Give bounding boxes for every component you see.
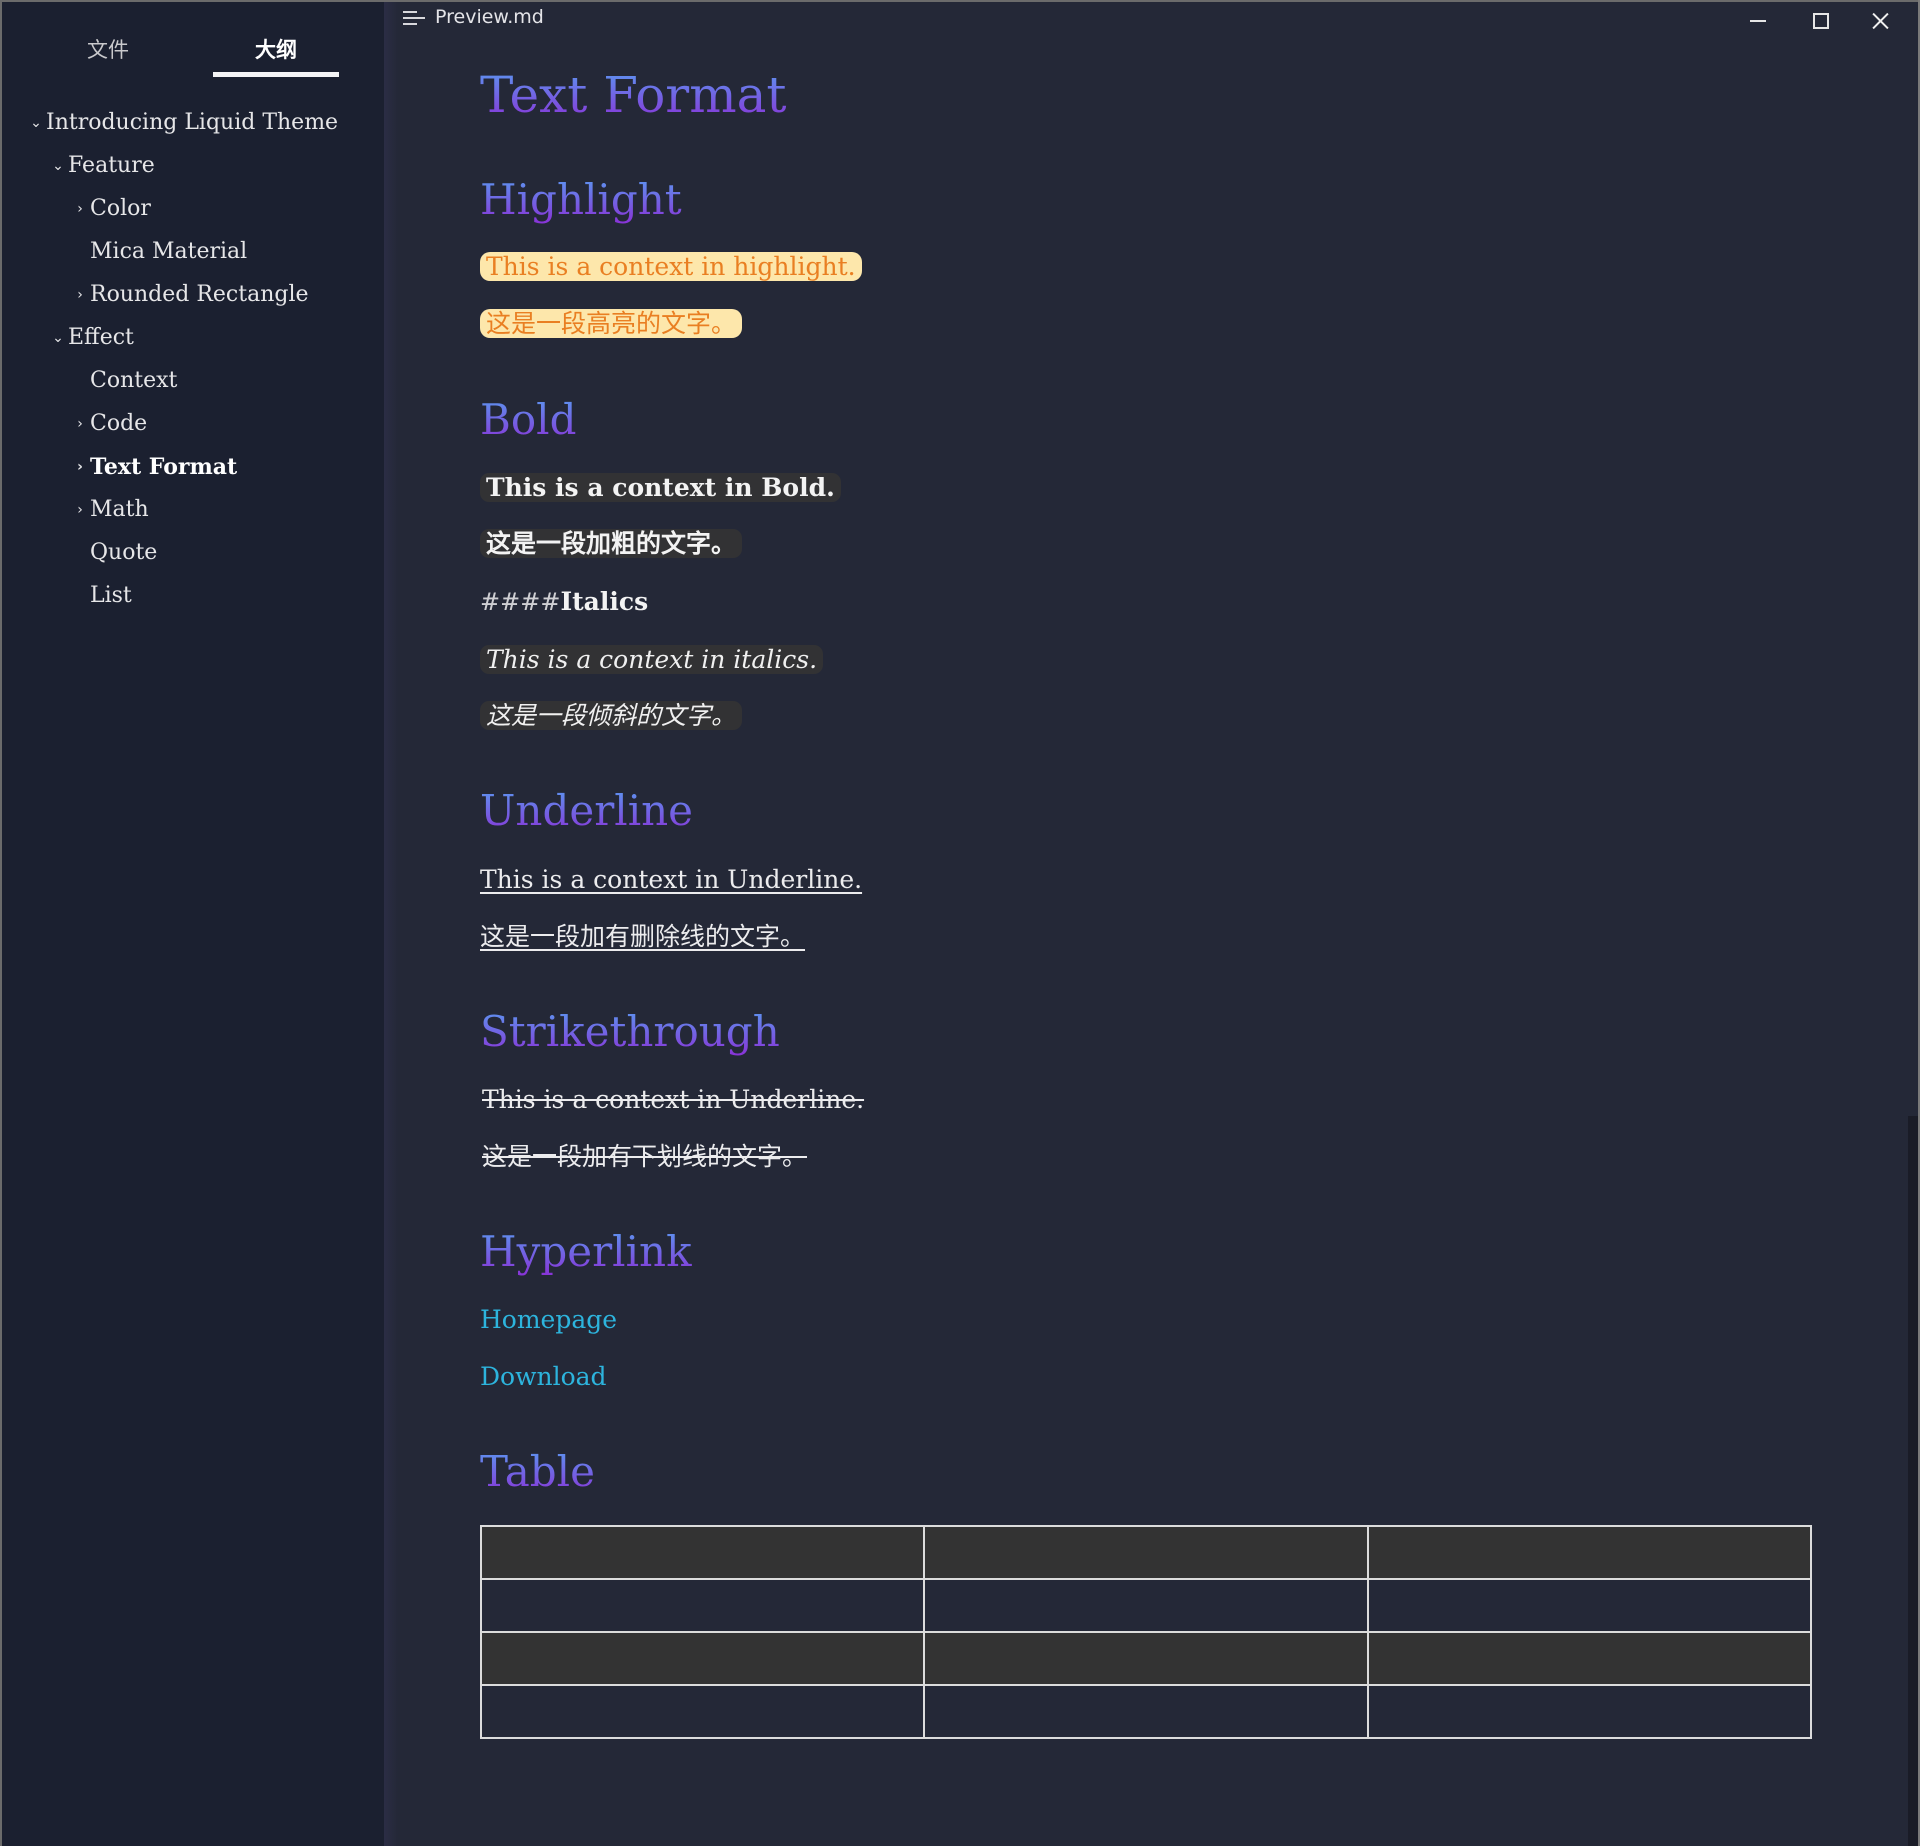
maximize-button[interactable] <box>1793 4 1847 36</box>
table-row <box>479 1631 1813 1686</box>
chevron-down-icon[interactable]: ⌄ <box>48 320 68 356</box>
heading-hyperlink: Hyperlink <box>480 1224 692 1280</box>
chevron-right-icon[interactable]: › <box>70 277 90 313</box>
bold-text: 这是一段加粗的文字。 <box>480 529 743 558</box>
table-row <box>479 1684 1813 1739</box>
heading-highlight: Highlight <box>480 172 682 228</box>
underline-text: This is a context in Underline. <box>480 865 863 894</box>
heading-italics: Italics <box>560 587 649 616</box>
outline-item-label: Math <box>90 497 149 522</box>
link-download[interactable]: Download <box>480 1359 607 1395</box>
outline-item-feature[interactable]: ⌄ Feature <box>48 148 155 184</box>
heading-table: Table <box>480 1444 595 1500</box>
bold-line: 这是一段加粗的文字。 <box>480 526 743 562</box>
outline-item-label: Color <box>90 196 151 221</box>
raw-heading-italics: ####Italics <box>480 584 648 620</box>
outline-item-label: Mica Material <box>90 239 248 264</box>
table-cell[interactable] <box>1366 1525 1813 1580</box>
vertical-scrollbar[interactable] <box>1908 1116 1918 1846</box>
chevron-right-icon[interactable]: › <box>70 191 90 227</box>
sidebar-edge-shadow <box>384 2 398 1846</box>
outline-item-label: Effect <box>68 325 134 350</box>
bold-line: This is a context in Bold. <box>480 470 841 506</box>
table-cell[interactable] <box>923 1525 1369 1580</box>
italic-line: 这是一段倾斜的文字。 <box>480 698 743 734</box>
outline-item-color[interactable]: › Color <box>70 191 151 227</box>
strikethrough-text: 这是一段加有下划线的文字。 <box>482 1142 808 1171</box>
outline-item-label: Feature <box>68 153 155 178</box>
window-title: Preview.md <box>435 6 544 28</box>
page-title: Text Format <box>480 63 787 127</box>
close-button[interactable] <box>1855 4 1909 36</box>
outline-item-list[interactable]: ›List <box>70 578 132 614</box>
outline-item-context[interactable]: ›Context <box>70 363 177 399</box>
table-row <box>479 1578 1813 1633</box>
tab-outline[interactable]: 大纲 <box>213 32 339 68</box>
sidebar: 文件 大纲 ⌄ Introducing Liquid Theme ⌄ Feature… <box>2 2 384 1846</box>
outline-item-rounded-rectangle[interactable]: › Rounded Rectangle <box>70 277 309 313</box>
table-cell[interactable] <box>479 1684 926 1739</box>
outline-item-label: Introducing Liquid Theme <box>46 110 339 135</box>
chevron-down-icon[interactable]: ⌄ <box>26 105 46 141</box>
empty-table <box>479 1525 1813 1739</box>
italic-line: This is a context in italics. <box>480 642 824 678</box>
bold-text: This is a context in Bold. <box>480 473 841 502</box>
outline-item-effect[interactable]: ⌄ Effect <box>48 320 134 356</box>
highlight-line: This is a context in highlight. <box>480 249 862 285</box>
table-cell[interactable] <box>479 1631 926 1686</box>
chevron-right-icon[interactable]: › <box>70 406 90 442</box>
outline-item-math[interactable]: › Math <box>70 492 149 528</box>
tab-files[interactable]: 文件 <box>48 32 168 68</box>
hamburger-menu-icon[interactable] <box>403 11 425 27</box>
active-tab-indicator <box>213 72 339 77</box>
outline-item-label: Text Format <box>90 454 238 480</box>
table-cell[interactable] <box>1366 1684 1813 1739</box>
table-cell[interactable] <box>1366 1578 1813 1633</box>
outline-item-label: Quote <box>90 540 158 565</box>
underline-text: 这是一段加有删除线的文字。 <box>480 922 806 951</box>
outline-item-label: Code <box>90 411 148 436</box>
table-cell[interactable] <box>1366 1631 1813 1686</box>
outline-item-label: Context <box>90 368 178 393</box>
table-cell[interactable] <box>479 1578 926 1633</box>
outline-item-quote[interactable]: ›Quote <box>70 535 157 571</box>
outline-item-code[interactable]: › Code <box>70 406 147 442</box>
chevron-down-icon[interactable]: ⌄ <box>48 148 68 184</box>
heading-bold: Bold <box>480 392 576 448</box>
italic-text: 这是一段倾斜的文字。 <box>480 701 743 730</box>
table-row <box>479 1525 1813 1580</box>
outline-item-text-format[interactable]: › Text Format <box>70 449 237 485</box>
table-cell[interactable] <box>923 1578 1369 1633</box>
minimize-button[interactable] <box>1730 4 1784 36</box>
italic-text: This is a context in italics. <box>480 645 824 674</box>
heading-markup: #### <box>480 588 561 616</box>
highlight-text: 这是一段高亮的文字。 <box>480 309 743 338</box>
link-homepage[interactable]: Homepage <box>480 1302 617 1338</box>
outline-item-introducing-liquid-theme[interactable]: ⌄ Introducing Liquid Theme <box>26 105 338 141</box>
heading-underline: Underline <box>480 783 693 839</box>
highlight-text: This is a context in highlight. <box>480 252 862 281</box>
table-cell[interactable] <box>923 1684 1369 1739</box>
outline-item-label: List <box>90 583 132 608</box>
heading-strikethrough: Strikethrough <box>480 1004 780 1060</box>
chevron-right-icon[interactable]: › <box>70 449 90 485</box>
outline-item-mica-material[interactable]: ›Mica Material <box>70 234 247 270</box>
table-cell[interactable] <box>923 1631 1369 1686</box>
table-cell[interactable] <box>479 1525 926 1580</box>
chevron-right-icon[interactable]: › <box>70 492 90 528</box>
strikethrough-text: This is a context in Underline. <box>482 1085 865 1114</box>
outline-item-label: Rounded Rectangle <box>90 282 309 307</box>
highlight-line: 这是一段高亮的文字。 <box>480 306 743 342</box>
